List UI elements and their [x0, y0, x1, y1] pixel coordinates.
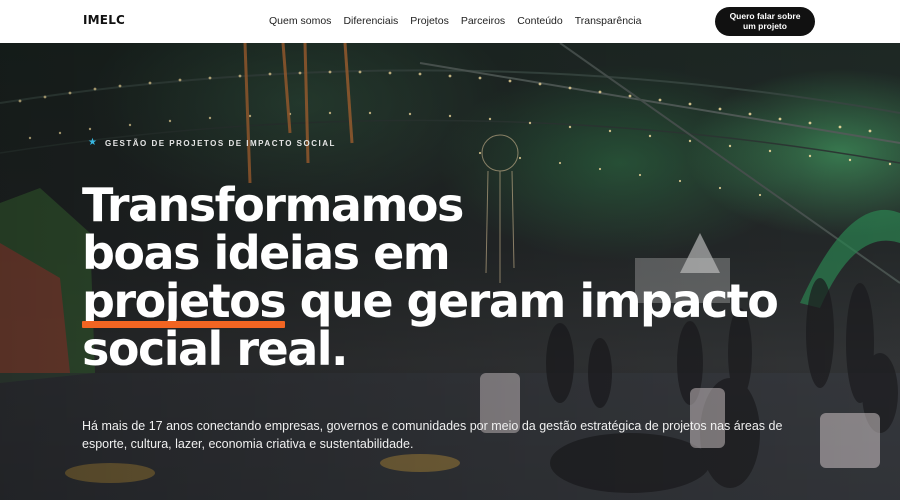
hero-section: ★ GESTÃO DE PROJETOS DE IMPACTO SOCIAL T…	[0, 43, 900, 500]
hero-eyebrow: ★ GESTÃO DE PROJETOS DE IMPACTO SOCIAL	[88, 138, 336, 148]
headline-highlight: projetos	[82, 274, 287, 328]
headline-line-4: social real.	[82, 322, 349, 376]
nav-diferenciais[interactable]: Diferenciais	[343, 15, 398, 27]
hero-subtext: Há mais de 17 anos conectando empresas, …	[82, 419, 783, 451]
contact-project-button[interactable]: Quero falar sobre um projeto	[715, 7, 815, 36]
site-header: IMELC Quem somos Diferenciais Projetos P…	[0, 0, 900, 43]
headline-highlight-text: projetos	[82, 274, 287, 328]
eyebrow-text: GESTÃO DE PROJETOS DE IMPACTO SOCIAL	[104, 138, 336, 148]
nav-projetos[interactable]: Projetos	[410, 15, 449, 27]
nav-quem-somos[interactable]: Quem somos	[269, 15, 331, 27]
star-icon: ★	[88, 137, 97, 148]
headline-line-3-rest: que geram impacto	[285, 274, 779, 328]
main-nav: Quem somos Diferenciais Projetos Parceir…	[269, 15, 653, 27]
headline-line-3: projetos que geram impacto	[82, 274, 802, 328]
nav-conteudo[interactable]: Conteúdo	[517, 15, 563, 27]
hero-headline: Transformamos boas ideias em projetos qu…	[82, 181, 802, 373]
headline-line-2: boas ideias em	[82, 226, 451, 280]
nav-parceiros[interactable]: Parceiros	[461, 15, 505, 27]
headline-line-1: Transformamos	[82, 178, 464, 232]
highlight-underline	[82, 321, 286, 328]
logo[interactable]: IMELC	[83, 13, 125, 27]
nav-transparencia[interactable]: Transparência	[575, 15, 642, 27]
